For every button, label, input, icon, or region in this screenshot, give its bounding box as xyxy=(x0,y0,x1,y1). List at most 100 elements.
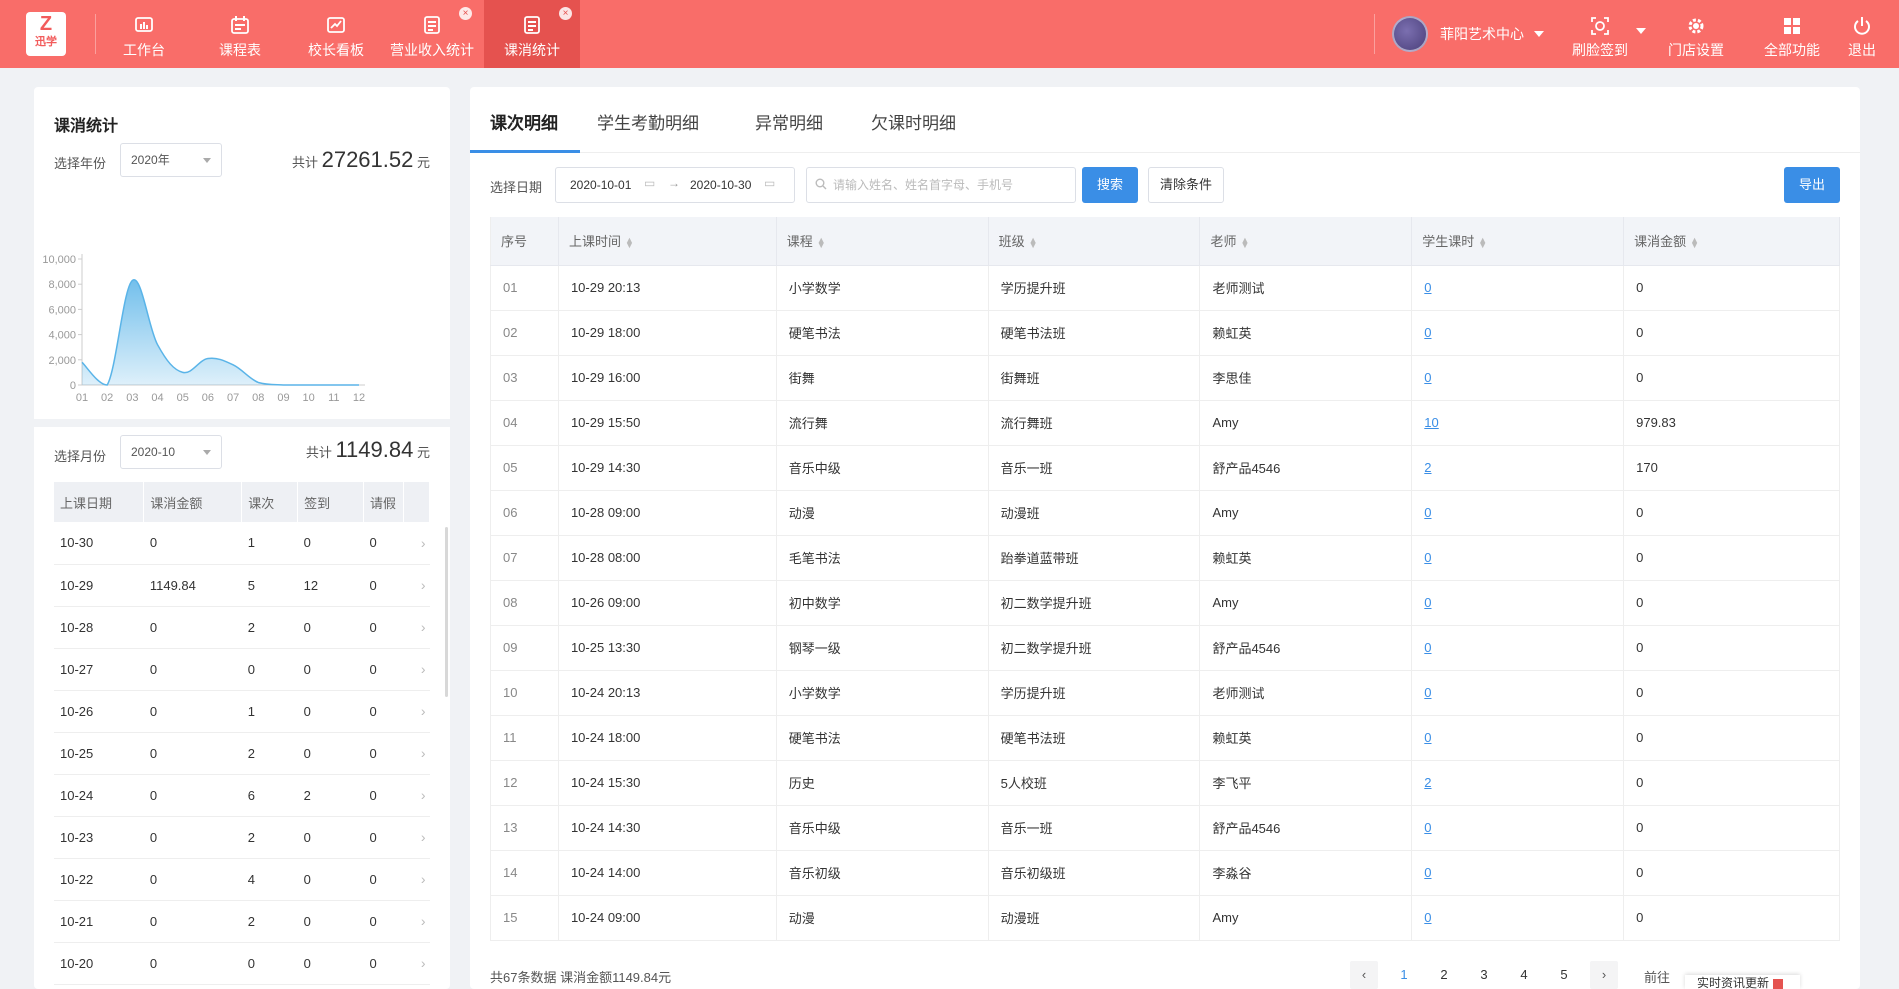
student-hours-value[interactable]: 0 xyxy=(1424,640,1431,655)
app-logo[interactable]: Z 迅学 xyxy=(26,12,66,56)
column-header-class[interactable]: 班级 ▲ ▼ xyxy=(988,217,1201,266)
nav-item-workbench[interactable]: 工作台 xyxy=(96,0,192,68)
table-row[interactable]: 10-30 0 1 0 0 › xyxy=(54,522,430,565)
student-hours-value[interactable]: 0 xyxy=(1424,280,1431,295)
table-cell: 14 xyxy=(490,850,559,896)
student-hours-link[interactable]: 0 xyxy=(1411,850,1625,896)
table-row[interactable]: 10-29 1149.84 5 12 0 › xyxy=(54,564,430,607)
nav-item-schedule[interactable]: 课程表 xyxy=(192,0,288,68)
student-hours-link[interactable]: 0 xyxy=(1411,355,1625,401)
chevron-right-icon[interactable]: › xyxy=(403,816,430,859)
table-row[interactable]: 10-26 0 1 0 0 › xyxy=(54,690,430,733)
table-row[interactable]: 10-23 0 2 0 0 › xyxy=(54,816,430,859)
student-hours-link[interactable]: 0 xyxy=(1411,265,1625,311)
month-total: 共计 1149.84 元 xyxy=(306,437,430,463)
chevron-right-icon[interactable]: › xyxy=(403,942,430,985)
store-settings-button[interactable]: 门店设置 xyxy=(1654,0,1738,68)
search-input[interactable]: 请输入姓名、姓名首字母、手机号 xyxy=(806,167,1076,203)
nav-item-revenue-stats[interactable]: 营业收入统计 × xyxy=(384,0,480,68)
student-hours-link[interactable]: 10 xyxy=(1411,400,1625,446)
student-hours-value[interactable]: 2 xyxy=(1424,460,1431,475)
column-header-course[interactable]: 课程 ▲ ▼ xyxy=(776,217,989,266)
search-button[interactable]: 搜索 xyxy=(1082,167,1138,203)
student-hours-value[interactable]: 0 xyxy=(1424,685,1431,700)
nav-item-class-consumption[interactable]: 课消统计 × xyxy=(484,0,580,68)
student-hours-value[interactable]: 0 xyxy=(1424,910,1431,925)
student-hours-value[interactable]: 10 xyxy=(1424,415,1438,430)
table-row[interactable]: 10-25 0 2 0 0 › xyxy=(54,732,430,775)
chevron-down-icon[interactable] xyxy=(1636,28,1646,34)
date-range-picker[interactable]: 2020-10-01 ▭ → 2020-10-30 ▭ xyxy=(555,167,795,203)
next-page-button[interactable]: › xyxy=(1590,961,1618,989)
table-row[interactable]: 10-22 0 4 0 0 › xyxy=(54,858,430,901)
table-row[interactable]: 10-24 0 6 2 0 › xyxy=(54,774,430,817)
page-number[interactable]: 5 xyxy=(1550,961,1578,989)
column-header-time[interactable]: 上课时间 ▲ ▼ xyxy=(558,217,777,266)
student-hours-link[interactable]: 0 xyxy=(1411,490,1625,536)
student-hours-value[interactable]: 0 xyxy=(1424,505,1431,520)
column-header-amount[interactable]: 课消金额 ▲ ▼ xyxy=(1623,217,1840,266)
table-row[interactable]: 10-27 0 0 0 0 › xyxy=(54,648,430,691)
student-hours-link[interactable]: 0 xyxy=(1411,670,1625,716)
chevron-right-icon[interactable]: › xyxy=(403,564,430,607)
news-toast[interactable]: 实时资讯更新 xyxy=(1685,975,1800,989)
export-button[interactable]: 导出 xyxy=(1784,167,1840,203)
student-hours-value[interactable]: 0 xyxy=(1424,865,1431,880)
student-hours-link[interactable]: 0 xyxy=(1411,805,1625,851)
table-row: 12 10-24 15:30 历史 5人校班 李飞平 2 0 xyxy=(490,760,1840,806)
student-hours-link[interactable]: 0 xyxy=(1411,310,1625,356)
tab-owed-hours-detail[interactable]: 欠课时明细 xyxy=(871,109,956,134)
chevron-right-icon[interactable]: › xyxy=(403,774,430,817)
user-menu[interactable]: 菲阳艺术中心 xyxy=(1392,16,1544,52)
scrollbar[interactable] xyxy=(445,527,448,697)
student-hours-value[interactable]: 0 xyxy=(1424,820,1431,835)
nav-item-principal-board[interactable]: 校长看板 xyxy=(288,0,384,68)
table-row[interactable]: 10-21 0 2 0 0 › xyxy=(54,900,430,943)
chevron-right-icon[interactable]: › xyxy=(403,732,430,775)
tab-class-detail[interactable]: 课次明细 xyxy=(490,109,558,134)
student-hours-link[interactable]: 0 xyxy=(1411,580,1625,626)
all-functions-button[interactable]: 全部功能 xyxy=(1750,0,1834,68)
table-row[interactable]: 10-20 0 0 0 0 › xyxy=(54,942,430,985)
page-number[interactable]: 4 xyxy=(1510,961,1538,989)
student-hours-link[interactable]: 0 xyxy=(1411,535,1625,581)
column-header-student-hours[interactable]: 学生课时 ▲ ▼ xyxy=(1411,217,1625,266)
student-hours-value[interactable]: 0 xyxy=(1424,730,1431,745)
chevron-right-icon[interactable]: › xyxy=(403,690,430,733)
table-cell: 音乐一班 xyxy=(988,805,1201,851)
table-row: 15 10-24 09:00 动漫 动漫班 Amy 0 0 xyxy=(490,895,1840,941)
logout-button[interactable]: 退出 xyxy=(1827,0,1897,68)
chevron-right-icon[interactable]: › xyxy=(403,900,430,943)
clear-filters-button[interactable]: 清除条件 xyxy=(1148,167,1224,203)
table-row[interactable]: 10-28 0 2 0 0 › xyxy=(54,606,430,649)
table-cell: 170 xyxy=(1623,445,1840,491)
student-hours-link[interactable]: 2 xyxy=(1411,445,1625,491)
close-tab-icon[interactable]: × xyxy=(459,7,472,20)
student-hours-value[interactable]: 0 xyxy=(1424,595,1431,610)
student-hours-value[interactable]: 2 xyxy=(1424,775,1431,790)
prev-page-button[interactable]: ‹ xyxy=(1350,961,1378,989)
chevron-right-icon[interactable]: › xyxy=(403,648,430,691)
close-tab-icon[interactable]: × xyxy=(559,7,572,20)
month-select[interactable]: 2020-10 xyxy=(120,435,222,469)
page-number[interactable]: 3 xyxy=(1470,961,1498,989)
student-hours-value[interactable]: 0 xyxy=(1424,550,1431,565)
year-select[interactable]: 2020年 xyxy=(120,143,222,177)
chevron-right-icon[interactable]: › xyxy=(403,858,430,901)
student-hours-value[interactable]: 0 xyxy=(1424,370,1431,385)
tab-exception-detail[interactable]: 异常明细 xyxy=(755,109,823,134)
column-header-teacher[interactable]: 老师 ▲ ▼ xyxy=(1199,217,1413,266)
student-hours-link[interactable]: 2 xyxy=(1411,760,1625,806)
student-hours-link[interactable]: 0 xyxy=(1411,625,1625,671)
page-number[interactable]: 2 xyxy=(1430,961,1458,989)
close-icon[interactable] xyxy=(1773,978,1784,989)
table-cell: 10-24 20:13 xyxy=(558,670,777,716)
tab-attendance-detail[interactable]: 学生考勤明细 xyxy=(597,109,699,134)
page-number[interactable]: 1 xyxy=(1390,961,1418,989)
chevron-right-icon[interactable]: › xyxy=(403,606,430,649)
student-hours-value[interactable]: 0 xyxy=(1424,325,1431,340)
chevron-right-icon[interactable]: › xyxy=(403,522,430,565)
student-hours-link[interactable]: 0 xyxy=(1411,715,1625,761)
student-hours-link[interactable]: 0 xyxy=(1411,895,1625,941)
face-checkin-button[interactable]: 刷脸签到 xyxy=(1558,0,1642,68)
